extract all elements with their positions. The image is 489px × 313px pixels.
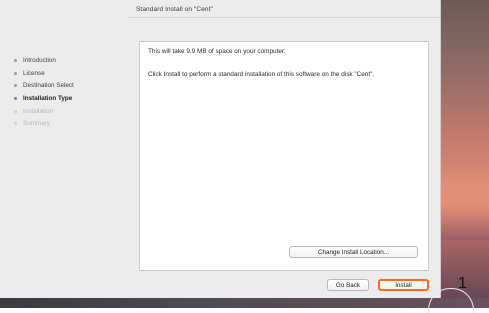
install-instructions-text: Click Install to perform a standard inst…	[148, 71, 375, 78]
step-label: Summary	[23, 120, 50, 128]
step-dot-icon	[14, 84, 17, 88]
step-dot-icon	[14, 122, 17, 126]
step-label: Installation Type	[23, 94, 73, 102]
step-installation: Installation	[14, 105, 126, 118]
step-label: Introduction	[23, 56, 56, 64]
window-title: Standard Install on "Cent"	[136, 6, 213, 13]
installer-window: Standard Install on "Cent" Introduction …	[0, 0, 441, 298]
desktop-wallpaper	[440, 0, 489, 308]
change-install-location-button[interactable]: Change Install Location...	[289, 246, 418, 258]
step-dot-icon	[14, 71, 17, 75]
desktop-bottom-strip	[0, 298, 489, 308]
step-dot-icon	[14, 109, 17, 113]
step-label: Destination Select	[23, 82, 74, 90]
installer-steps-sidebar: Introduction License Destination Select …	[14, 54, 126, 130]
callout-number: 1	[458, 275, 467, 292]
content-panel: This will take 9.9 MB of space on your c…	[139, 41, 429, 271]
step-introduction: Introduction	[14, 54, 126, 67]
step-current-dot-icon	[14, 96, 17, 100]
step-license: License	[14, 67, 126, 80]
step-installation-type: Installation Type	[14, 92, 126, 105]
step-label: License	[23, 69, 45, 77]
step-dot-icon	[14, 58, 17, 62]
step-label: Installation	[23, 107, 54, 115]
step-destination-select: Destination Select	[14, 79, 126, 92]
title-divider	[128, 17, 440, 18]
space-required-text: This will take 9.9 MB of space on your c…	[148, 48, 286, 55]
step-summary: Summary	[14, 117, 126, 130]
go-back-button[interactable]: Go Back	[327, 279, 369, 291]
